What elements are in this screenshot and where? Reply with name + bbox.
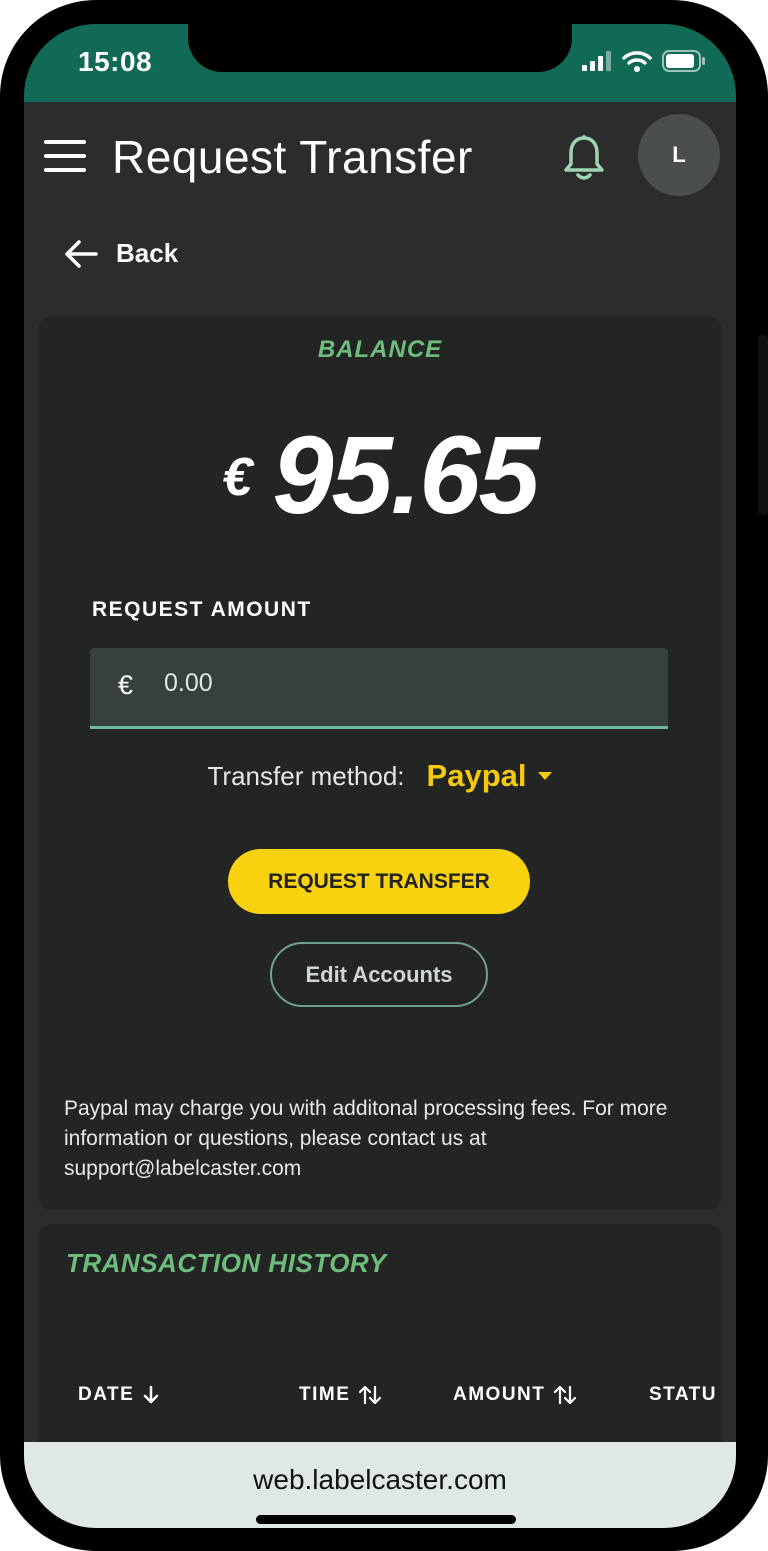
url-text: web.labelcaster.com	[253, 1464, 507, 1495]
column-header-date[interactable]: DATE	[78, 1384, 160, 1406]
bell-icon[interactable]	[562, 134, 606, 182]
transaction-history-card: TRANSACTION HISTORY DATE TIME AMOUNT STA…	[38, 1224, 722, 1464]
column-label: AMOUNT	[453, 1384, 546, 1405]
battery-icon	[662, 50, 705, 72]
app-bar: Request Transfer L	[24, 102, 736, 214]
transfer-method-select[interactable]: Paypal	[427, 758, 553, 794]
back-label: Back	[116, 238, 179, 268]
balance-card: BALANCE €95.65 REQUEST AMOUNT € Transfer…	[38, 316, 722, 1210]
column-label: DATE	[78, 1384, 135, 1405]
arrow-left-icon	[65, 239, 98, 268]
cellular-icon	[582, 51, 611, 71]
transfer-method-label: Transfer method:	[207, 760, 405, 791]
amount-currency: €	[118, 670, 134, 700]
column-label: STATU	[649, 1384, 718, 1405]
sort-up-down-icon	[359, 1385, 382, 1405]
back-button[interactable]: Back	[64, 238, 178, 269]
transfer-method-row: Transfer method: Paypal	[38, 758, 722, 794]
page-title: Request Transfer	[112, 131, 473, 183]
phone-frame: 15:08 Request Transfer L Back BALANCE € …	[0, 0, 768, 1551]
transfer-method-value: Paypal	[426, 758, 527, 793]
balance-currency: €	[222, 447, 253, 507]
column-header-amount[interactable]: AMOUNT	[453, 1384, 577, 1406]
status-time: 15:08	[78, 46, 153, 77]
side-button	[758, 335, 768, 515]
column-header-time[interactable]: TIME	[299, 1384, 382, 1406]
edit-accounts-button[interactable]: Edit Accounts	[270, 942, 488, 1007]
screen: 15:08 Request Transfer L Back BALANCE € …	[24, 24, 736, 1528]
column-label: TIME	[299, 1384, 351, 1405]
caret-down-icon	[538, 772, 553, 780]
request-amount-label: REQUEST AMOUNT	[92, 598, 312, 621]
fees-note: Paypal may charge you with additonal pro…	[64, 1097, 668, 1180]
request-transfer-button[interactable]: REQUEST TRANSFER	[228, 849, 530, 914]
balance-amount: €95.65	[38, 412, 722, 539]
transaction-history-title: TRANSACTION HISTORY	[66, 1248, 387, 1278]
avatar[interactable]: L	[638, 114, 720, 196]
balance-value: 95.65	[272, 414, 539, 537]
home-indicator[interactable]	[256, 1515, 516, 1524]
menu-icon[interactable]	[44, 140, 86, 174]
column-header-status[interactable]: STATU	[649, 1384, 717, 1406]
notch	[188, 24, 572, 72]
arrow-down-icon	[144, 1385, 159, 1404]
sort-up-down-icon	[554, 1385, 577, 1405]
request-amount-field[interactable]: €	[90, 648, 668, 729]
status-icons	[582, 50, 706, 72]
wifi-icon	[622, 51, 652, 72]
balance-label: BALANCE	[317, 336, 443, 363]
amount-input[interactable]	[162, 668, 636, 699]
